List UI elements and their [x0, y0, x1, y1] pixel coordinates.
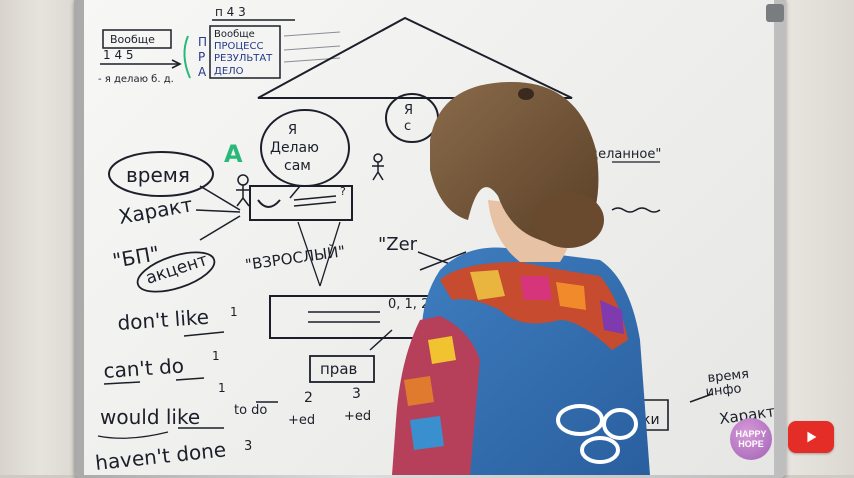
youtube-button[interactable] — [788, 421, 834, 453]
play-icon — [807, 431, 817, 443]
presenter — [392, 82, 650, 475]
logo-text-2: HOPE — [738, 439, 764, 449]
logo-text-1: HAPPY — [735, 429, 767, 439]
happy-hope-logo: HAPPY HOPE — [730, 418, 772, 460]
